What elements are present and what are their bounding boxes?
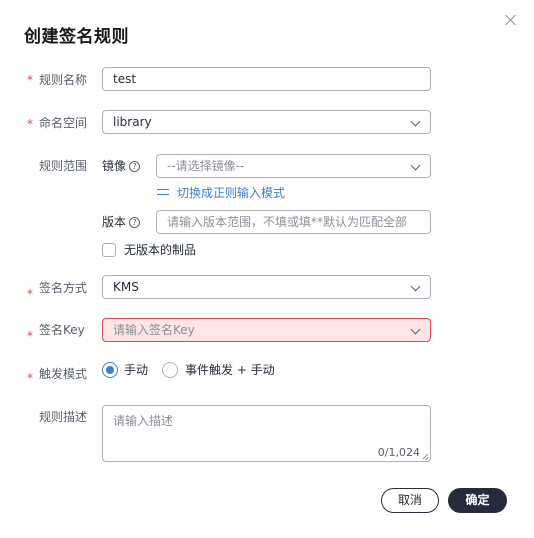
trigger-manual-label: 手动 [124,363,149,377]
rule-name-value: test [113,72,137,86]
trigger-event-radio[interactable] [162,362,178,378]
sign-key-placeholder: 请输入签名Key [113,323,195,337]
description-textarea[interactable]: 请输入描述 0/1,024 [102,405,431,462]
namespace-label: 命名空间 [39,116,88,130]
close-icon[interactable] [502,11,520,29]
description-label: 规则描述 [39,410,88,424]
namespace-value: library [113,115,152,129]
no-version-checkbox[interactable] [102,243,116,257]
rule-name-label: 规则名称 [39,73,88,87]
create-signature-rule-dialog: 创建签名规则 * 规则名称 test * 命名空间 library 规则范围 镜… [0,0,534,538]
required-mark: * [27,117,33,131]
sign-method-label: 签名方式 [39,281,88,295]
rule-name-input[interactable]: test [102,67,431,91]
description-placeholder: 请输入描述 [113,414,174,428]
required-mark: * [27,329,33,343]
version-label-text: 版本 [102,215,127,229]
chevron-down-icon [410,116,421,127]
version-placeholder: 请输入版本范围，不填或填**默认为匹配全部 [167,215,408,229]
trigger-mode-label: 触发模式 [39,367,88,381]
sign-method-select[interactable]: KMS [102,275,431,299]
resize-handle-icon[interactable] [422,453,428,459]
rule-scope-label: 规则范围 [39,159,88,173]
image-placeholder: --请选择镜像-- [167,159,245,173]
required-mark: * [27,371,33,385]
help-icon[interactable]: ? [129,217,141,228]
switch-regex-link[interactable]: 切换成正则输入模式 [157,185,285,201]
switch-regex-text: 切换成正则输入模式 [177,186,286,200]
dialog-title: 创建签名规则 [24,27,129,47]
cancel-button[interactable]: 取消 [381,488,439,513]
chevron-down-icon [410,281,421,292]
no-version-label: 无版本的制品 [124,243,197,257]
required-mark: * [27,73,33,87]
chevron-down-icon [410,160,421,171]
image-label: 镜像? [102,158,141,174]
required-mark: * [27,287,33,301]
namespace-select[interactable]: library [102,110,431,134]
image-select[interactable]: --请选择镜像-- [156,154,431,178]
image-label-text: 镜像 [102,159,127,173]
trigger-event-label: 事件触发 + 手动 [185,363,275,377]
version-label: 版本? [102,214,141,230]
sign-method-value: KMS [113,280,139,294]
help-icon[interactable]: ? [129,161,141,172]
sign-key-label: 签名Key [39,323,85,337]
chevron-down-icon [410,324,421,335]
sign-key-select[interactable]: 请输入签名Key [102,318,431,342]
char-counter: 0/1,024 [377,446,420,459]
version-input[interactable]: 请输入版本范围，不填或填**默认为匹配全部 [156,210,431,234]
confirm-button[interactable]: 确定 [448,488,507,513]
trigger-manual-radio[interactable] [102,362,118,378]
switch-icon [157,188,171,196]
